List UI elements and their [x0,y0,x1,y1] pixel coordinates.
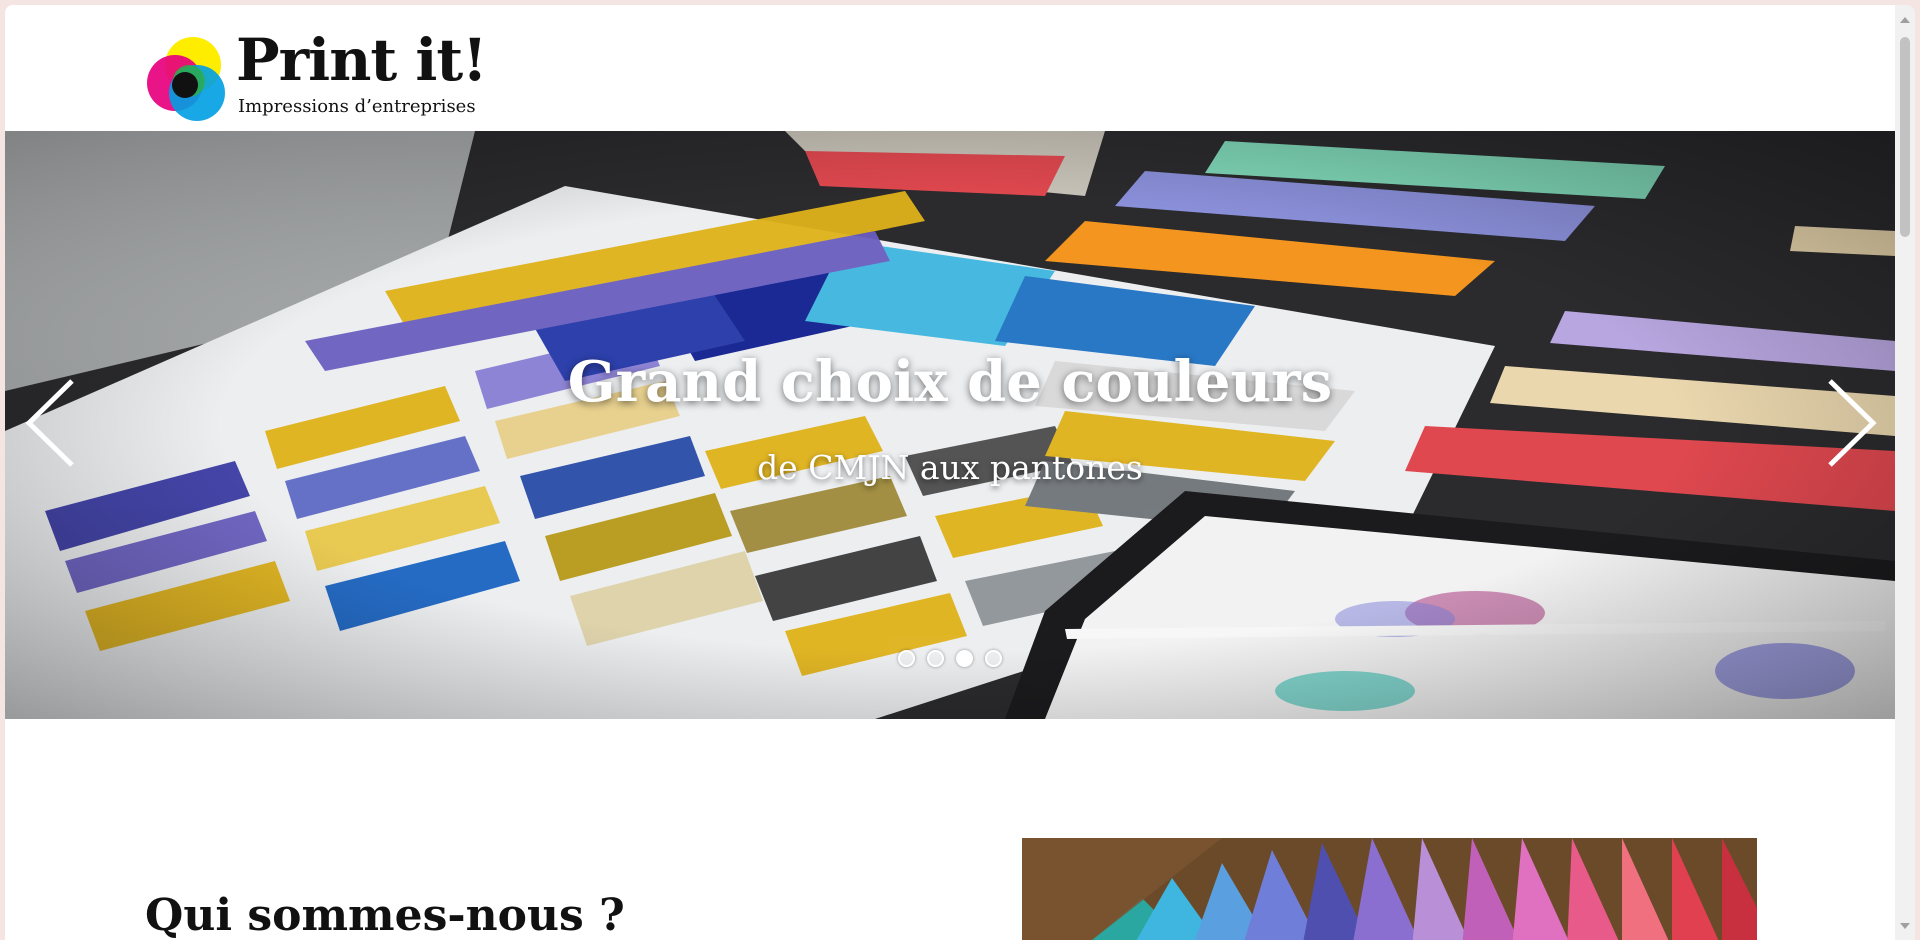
carousel-prev-button[interactable] [17,373,87,473]
brand-tagline: Impressions d’entreprises [238,96,476,117]
chevron-left-icon [25,379,74,467]
brand-name[interactable]: Print it! [236,31,488,89]
scroll-down-arrow-icon[interactable] [1900,923,1910,929]
carousel-next-button[interactable] [1815,373,1885,473]
about-heading: Qui sommes-nous ? [145,890,625,940]
carousel-indicator-2[interactable] [927,650,944,667]
site-header: Print it! Impressions d’entreprises [5,5,1895,131]
scroll-up-arrow-icon[interactable] [1900,17,1910,23]
carousel-indicator-4[interactable] [985,650,1002,667]
vertical-scrollbar[interactable] [1895,5,1915,940]
hero-background-image [5,131,1895,719]
hero-subtitle: de CMJN aux pantones [757,448,1143,487]
print-it-logo[interactable] [145,35,235,125]
browser-viewport: Print it! Impressions d’entreprises Gran… [5,5,1915,940]
carousel-indicator-1[interactable] [898,650,915,667]
about-image [1022,838,1757,940]
carousel-indicator-3[interactable] [956,650,973,667]
hero-title: Grand choix de couleurs [567,349,1333,415]
hero-carousel: Grand choix de couleurs de CMJN aux pant… [5,131,1895,719]
chevron-right-icon [1828,379,1877,467]
carousel-indicators [5,650,1895,667]
scrollbar-thumb[interactable] [1900,37,1910,237]
